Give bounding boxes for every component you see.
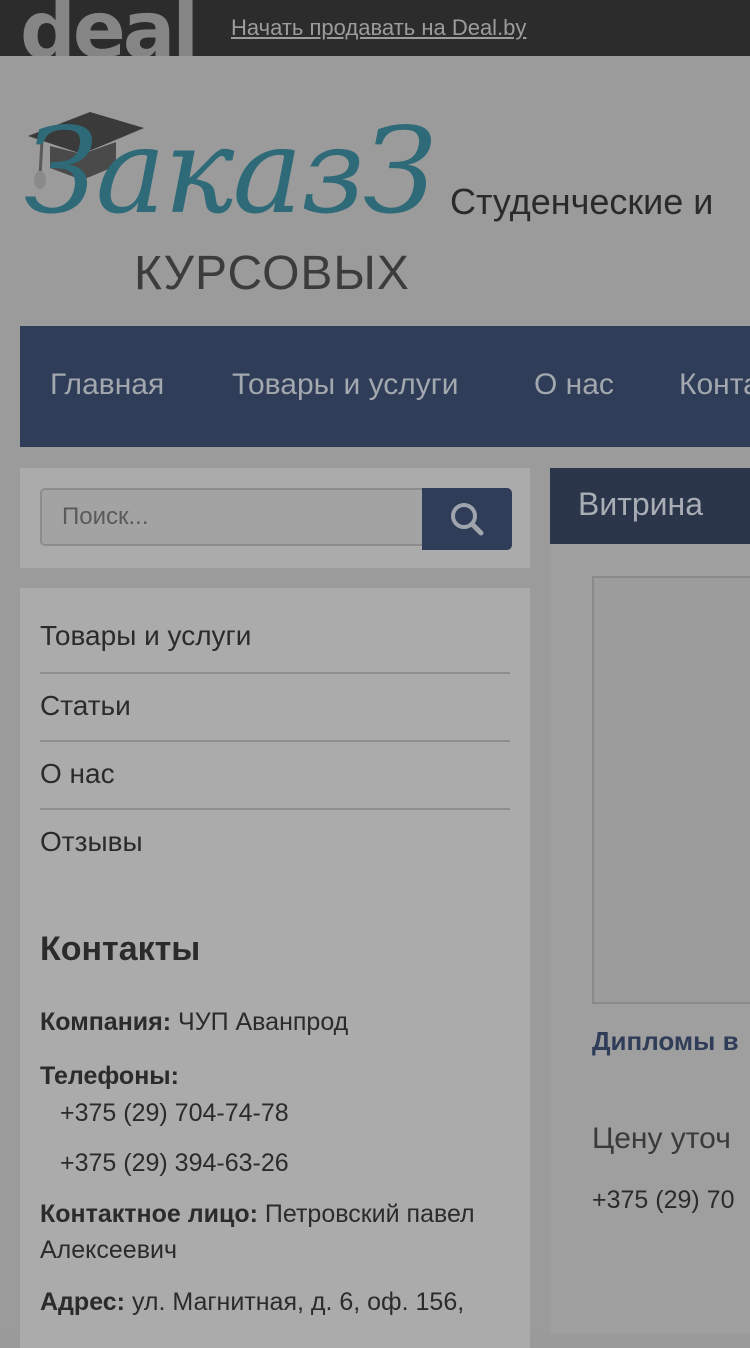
product-phone[interactable]: +375 (29) 70	[592, 1186, 734, 1215]
site-tagline: Студенческие и	[450, 181, 714, 222]
sidebar: Товары и услуги Статьи О нас Отзывы Конт…	[20, 588, 530, 1348]
company-value: ЧУП Аванпрод	[178, 1008, 349, 1036]
top-bar: deal Начать продавать на Deal.by	[0, 0, 750, 70]
contacts-title: Контакты	[40, 930, 201, 968]
contact-person-value: Петровский павел	[264, 1200, 475, 1228]
phones-label: Телефоны:	[40, 1062, 179, 1091]
divider	[40, 808, 510, 810]
phone-number[interactable]: +375 (29) 394-63-26	[60, 1149, 289, 1178]
showcase-body: Дипломы в Цену уточ +375 (29) 70	[550, 544, 750, 1334]
sidebar-item-articles[interactable]: Статьи	[40, 690, 510, 722]
contact-person-row: Контактное лицо: Петровский павел	[40, 1200, 475, 1229]
sidebar-item-reviews[interactable]: Отзывы	[40, 826, 510, 858]
search-panel	[20, 468, 530, 568]
sidebar-item-products[interactable]: Товары и услуги	[40, 620, 510, 652]
logo-subtitle: КУРСОВЫХ	[134, 247, 410, 300]
search-icon	[451, 503, 484, 536]
address-value: ул. Магнитная, д. 6, оф. 156,	[131, 1288, 465, 1316]
nav-item-home[interactable]: Главная	[50, 368, 164, 402]
logo-script-text: ЗаказЗ	[24, 102, 437, 240]
contact-person-label: Контактное лицо:	[40, 1200, 258, 1228]
showcase-header: Витрина	[550, 468, 750, 544]
product-name-link[interactable]: Дипломы в	[592, 1026, 739, 1057]
phones-label-text: Телефоны:	[40, 1062, 179, 1090]
phone-number[interactable]: +375 (29) 704-74-78	[60, 1099, 289, 1128]
address-row: Адрес: ул. Магнитная, д. 6, оф. 156,	[40, 1288, 464, 1317]
divider	[40, 672, 510, 674]
nav-item-products[interactable]: Товары и услуги	[232, 368, 459, 402]
nav-item-about[interactable]: О нас	[534, 368, 614, 402]
company-row: Компания: ЧУП Аванпрод	[40, 1008, 348, 1037]
start-selling-link[interactable]: Начать продавать на Deal.by	[231, 15, 526, 41]
contact-person-value-line2: Алексеевич	[40, 1236, 177, 1264]
site-logo[interactable]: ЗаказЗ КУРСОВЫХ	[20, 100, 437, 310]
product-image[interactable]	[592, 576, 750, 1004]
divider	[40, 740, 510, 742]
price-note: Цену уточ	[592, 1122, 731, 1155]
main-navigation: Главная Товары и услуги О нас Конта	[20, 326, 750, 447]
showcase-title: Витрина	[578, 486, 704, 522]
company-label: Компания:	[40, 1008, 172, 1036]
sidebar-item-about[interactable]: О нас	[40, 758, 510, 790]
search-input[interactable]	[40, 488, 422, 546]
nav-item-contacts[interactable]: Конта	[679, 368, 750, 402]
address-label: Адрес:	[40, 1288, 125, 1316]
search-button[interactable]	[422, 488, 512, 550]
